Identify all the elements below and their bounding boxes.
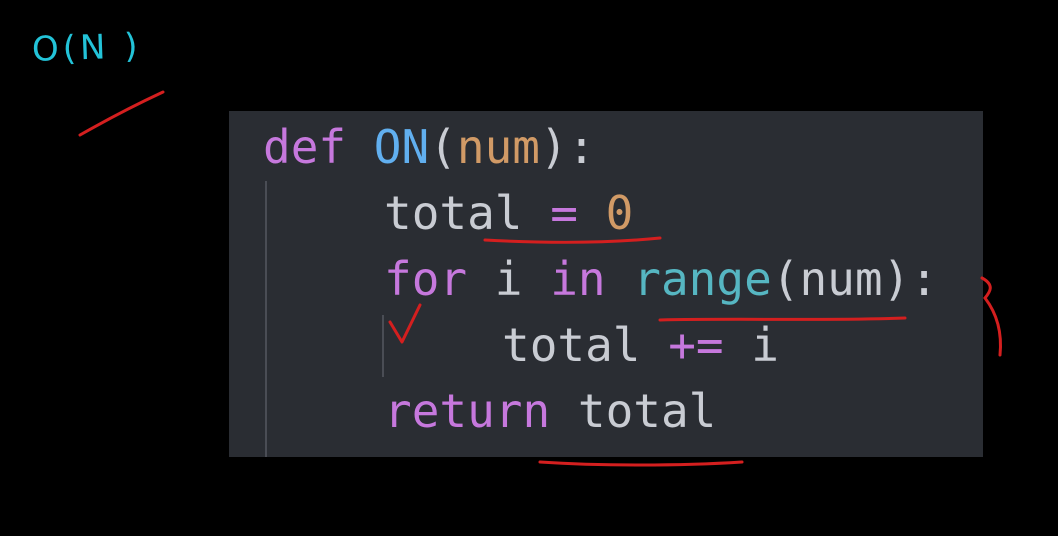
open-paren: ( <box>429 120 457 174</box>
code-line-4: total += i <box>502 317 779 373</box>
loop-variable: i <box>751 318 779 372</box>
code-line-2: total = 0 <box>384 185 633 241</box>
screen: O(N ) def ON(num): total = 0 for i in ra… <box>0 0 1058 536</box>
underline-mark-note <box>78 90 165 137</box>
keyword-return: return <box>384 384 551 438</box>
assign-operator: = <box>550 186 578 240</box>
underline-mark-return <box>538 460 744 467</box>
indent-guide-inner <box>382 315 384 377</box>
complexity-annotation: O(N ) <box>31 26 143 70</box>
add-assign-operator: += <box>668 318 724 372</box>
open-paren: ( <box>771 252 800 306</box>
variable-total: total <box>384 186 523 240</box>
parameter: num <box>456 120 540 174</box>
code-editor: def ON(num): total = 0 for i in range(nu… <box>229 111 983 457</box>
code-line-5: return total <box>384 383 716 439</box>
number-literal: 0 <box>605 186 634 240</box>
indent-guide <box>265 181 267 457</box>
close-paren: ): <box>539 120 596 174</box>
variable-total: total <box>502 318 641 372</box>
loop-variable: i <box>494 252 523 306</box>
keyword-for: for <box>384 252 468 306</box>
bracket-mark-loop <box>980 276 1002 357</box>
function-name: ON <box>373 120 430 174</box>
builtin-range: range <box>633 252 772 306</box>
return-value: total <box>577 384 717 438</box>
keyword-in: in <box>550 252 606 306</box>
code-line-1: def ON(num): <box>263 119 595 175</box>
range-argument: num <box>799 252 883 306</box>
keyword-def: def <box>263 120 347 174</box>
close-paren: ): <box>882 252 938 306</box>
code-line-3: for i in range(num): <box>384 251 938 307</box>
